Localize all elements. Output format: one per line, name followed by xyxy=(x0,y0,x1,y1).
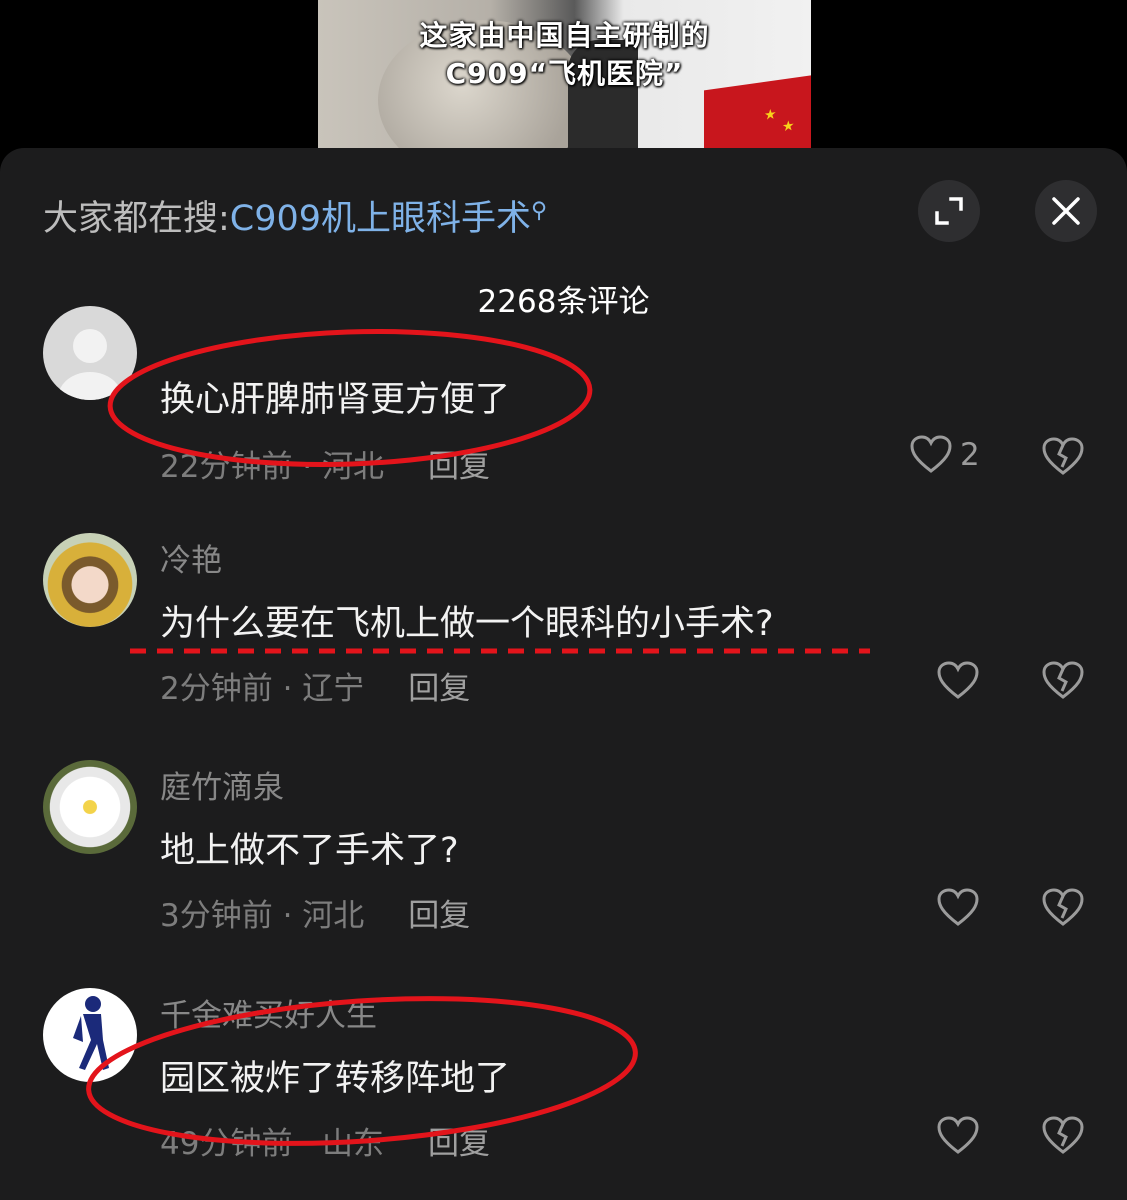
avatar[interactable] xyxy=(43,306,137,400)
comment-text: 地上做不了手术了? xyxy=(160,831,459,871)
reply-button[interactable]: 回复 xyxy=(408,898,470,934)
like-button[interactable] xyxy=(937,661,979,701)
comment-time-location: 3分钟前 · 河北 xyxy=(160,898,365,934)
comment-time-location: 2分钟前 · 辽宁 xyxy=(160,671,365,707)
search-query-link[interactable]: C909机上眼科手术 xyxy=(230,199,531,239)
dislike-button[interactable] xyxy=(1042,1116,1084,1160)
reply-button[interactable]: 回复 xyxy=(428,1126,490,1162)
close-button[interactable] xyxy=(1035,180,1097,242)
comment-text: 换心肝脾肺肾更方便了 xyxy=(160,380,511,420)
dislike-button[interactable] xyxy=(1042,888,1084,932)
search-suggestion[interactable]: 大家都在搜:C909机上眼科手术⚲ xyxy=(43,190,547,241)
comment-time-location: 49分钟前 · 山东 xyxy=(160,1126,385,1162)
search-prefix: 大家都在搜: xyxy=(43,199,230,239)
broken-heart-icon xyxy=(1042,661,1084,699)
video-caption-line1: 这家由中国自主研制的 xyxy=(419,19,710,52)
like-button[interactable]: 2 xyxy=(910,435,980,475)
broken-heart-icon xyxy=(1042,888,1084,926)
avatar[interactable] xyxy=(43,760,137,854)
close-icon xyxy=(1052,197,1080,225)
comment-username[interactable]: 庭竹滴泉 xyxy=(160,762,284,807)
comment-meta: 49分钟前 · 山东 回复 xyxy=(160,1118,490,1163)
like-button[interactable] xyxy=(937,888,979,928)
comment-meta: 22分钟前 · 河北 回复 xyxy=(160,441,490,486)
video-caption-line2: C909“飞机医院” xyxy=(445,57,684,90)
avatar[interactable] xyxy=(43,988,137,1082)
dislike-button[interactable] xyxy=(1042,661,1084,705)
reply-button[interactable]: 回复 xyxy=(428,449,490,485)
like-count: 2 xyxy=(960,437,980,473)
comments-count: 2268条评论 xyxy=(477,284,650,320)
comment-time-location: 22分钟前 · 河北 xyxy=(160,449,385,485)
comment-meta: 3分钟前 · 河北 回复 xyxy=(160,890,470,935)
comments-sheet: 大家都在搜:C909机上眼科手术⚲ 2268条评论 换心肝脾肺肾更方便了 22分… xyxy=(0,148,1127,1200)
heart-icon xyxy=(937,661,979,699)
comment-text: 为什么要在飞机上做一个眼科的小手术? xyxy=(160,604,774,644)
comment-text: 园区被炸了转移阵地了 xyxy=(160,1059,511,1099)
heart-icon xyxy=(910,435,952,473)
comment-username[interactable]: 千金难买好人生 xyxy=(160,990,377,1035)
video-preview[interactable]: ★ ★ 这家由中国自主研制的 C909“飞机医院” xyxy=(318,0,811,150)
heart-icon xyxy=(937,888,979,926)
avatar[interactable] xyxy=(43,533,137,627)
search-icon: ⚲ xyxy=(531,198,548,224)
default-avatar-icon xyxy=(58,329,122,400)
like-button[interactable] xyxy=(937,1116,979,1156)
comment-meta: 2分钟前 · 辽宁 回复 xyxy=(160,663,470,708)
expand-icon xyxy=(935,197,963,225)
heart-icon xyxy=(937,1116,979,1154)
broken-heart-icon xyxy=(1042,1116,1084,1154)
expand-button[interactable] xyxy=(918,180,980,242)
reply-button[interactable]: 回复 xyxy=(408,671,470,707)
comment-username[interactable]: 冷艳 xyxy=(160,535,222,580)
hiker-avatar-icon xyxy=(73,996,109,1070)
dislike-button[interactable] xyxy=(1042,437,1084,481)
broken-heart-icon xyxy=(1042,437,1084,475)
